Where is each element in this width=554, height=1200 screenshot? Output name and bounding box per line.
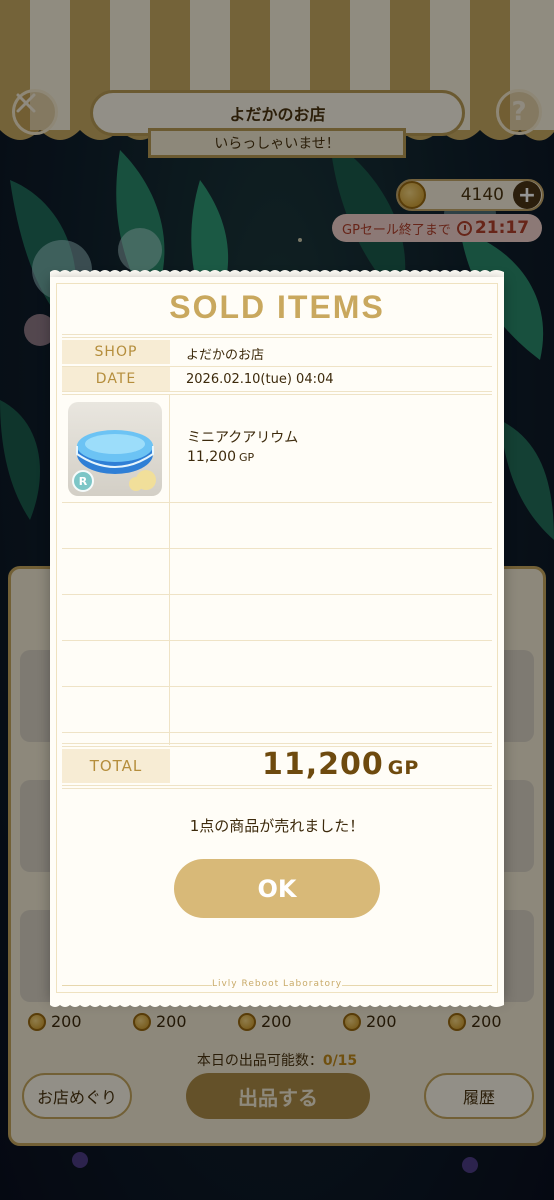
brand-footer: Livly Reboot Laboratory xyxy=(211,979,343,989)
row-divider xyxy=(62,548,492,549)
sold-item-thumbnail: R xyxy=(68,402,162,496)
sold-item-name: ミニアクアリウム xyxy=(187,430,299,446)
items-column-divider xyxy=(169,395,170,745)
row-divider xyxy=(62,686,492,687)
rarity-badge: R xyxy=(72,470,94,492)
date-value: 2026.02.10(tue) 04:04 xyxy=(186,372,334,387)
row-divider xyxy=(62,594,492,595)
row-divider xyxy=(62,502,492,503)
divider xyxy=(62,785,492,789)
sold-message: 1点の商品が売れました！ xyxy=(189,817,365,835)
sold-item-price: 11,200 GP xyxy=(187,449,255,465)
row-divider xyxy=(62,732,492,733)
divider xyxy=(62,334,492,338)
receipt-title: SOLD ITEMS xyxy=(169,289,385,325)
ok-button[interactable]: OK xyxy=(174,859,380,918)
shop-value: よだかのお店 xyxy=(186,348,265,363)
receipt-bottom-edge xyxy=(50,999,504,1007)
divider xyxy=(62,391,492,395)
date-label: DATE xyxy=(62,367,170,391)
sold-items-receipt: SOLD ITEMS SHOP よだかのお店 DATE 2026.02.10(t… xyxy=(50,277,504,999)
row-divider xyxy=(62,640,492,641)
total-label: TOTAL xyxy=(62,749,170,783)
shop-label: SHOP xyxy=(62,340,170,364)
total-value: 11,200 GP xyxy=(262,747,420,782)
